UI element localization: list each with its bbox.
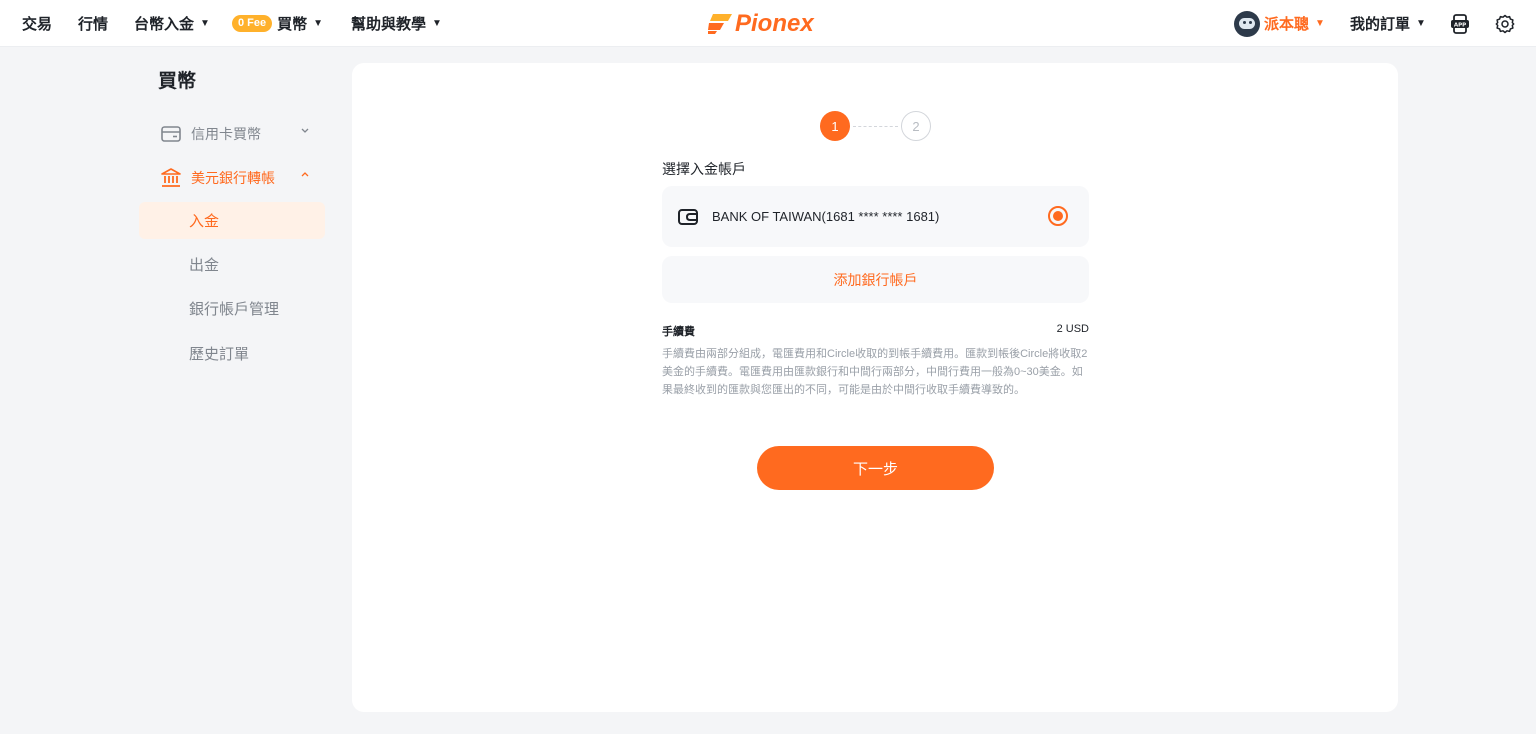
caret-down-icon: ▼ <box>313 18 324 29</box>
sidebar-item-withdraw[interactable]: 出金 <box>139 246 325 283</box>
sidebar-item-order-history[interactable]: 歷史訂單 <box>139 335 325 372</box>
next-step-button[interactable]: 下一步 <box>757 446 994 490</box>
sidebar-group-credit-card[interactable]: 信用卡買幣 <box>160 122 309 146</box>
step-connector <box>853 126 898 127</box>
step-2-indicator: 2 <box>901 111 931 141</box>
zero-fee-badge: 0 Fee <box>232 15 273 32</box>
sidebar-group-usd-bank-transfer[interactable]: 美元銀行轉帳 <box>160 166 309 190</box>
step-1-indicator: 1 <box>820 111 850 141</box>
pionex-logo[interactable]: Pionex <box>708 9 814 39</box>
chevron-down-icon <box>300 125 310 138</box>
caret-down-icon: ▼ <box>200 18 210 29</box>
sidebar-title: 買幣 <box>158 71 197 92</box>
app-icon[interactable]: APP <box>1449 13 1471 35</box>
add-bank-account-button[interactable]: 添加銀行帳戶 <box>662 256 1089 303</box>
nav-market[interactable]: 行情 <box>78 0 108 47</box>
caret-down-icon: ▼ <box>1416 18 1426 29</box>
select-account-label: 選擇入金帳戶 <box>662 161 746 177</box>
wallet-icon <box>677 206 699 228</box>
fee-label: 手續費 <box>662 326 695 338</box>
nav-my-orders[interactable]: 我的訂單 ▼ <box>1350 0 1426 47</box>
pionex-logo-icon <box>708 14 732 34</box>
bank-account-name: BANK OF TAIWAN(1681 **** **** 1681) <box>712 209 940 224</box>
caret-down-icon: ▼ <box>1315 18 1325 29</box>
user-menu[interactable]: 派本聰 ▼ <box>1234 0 1325 47</box>
bank-account-radio[interactable] <box>1048 206 1068 226</box>
fee-description: 手續費由兩部分組成，電匯費用和Circle收取的到帳手續費用。匯款到帳後Circ… <box>662 348 1088 396</box>
nav-twd-deposit[interactable]: 台幣入金 ▼ <box>134 0 210 47</box>
credit-card-icon <box>160 123 182 145</box>
sidebar-item-bank-account-management[interactable]: 銀行帳戶管理 <box>139 290 325 327</box>
avatar <box>1234 10 1260 37</box>
nav-help[interactable]: 幫助與教學 ▼ <box>351 0 442 47</box>
nav-buy-crypto[interactable]: 0 Fee 買幣 ▼ <box>232 0 323 47</box>
sidebar-item-deposit[interactable]: 入金 <box>139 202 325 239</box>
chevron-up-icon <box>300 169 310 182</box>
svg-text:APP: APP <box>1454 23 1466 29</box>
caret-down-icon: ▼ <box>432 18 442 29</box>
nav-trade[interactable]: 交易 <box>22 0 52 47</box>
gear-icon[interactable] <box>1494 13 1516 35</box>
bank-icon <box>160 167 182 189</box>
fee-value: 2 USD <box>1056 323 1089 335</box>
username: 派本聰 <box>1264 16 1310 33</box>
bank-account-option[interactable]: BANK OF TAIWAN(1681 **** **** 1681) <box>662 186 1089 247</box>
top-navbar: 交易 行情 台幣入金 ▼ 0 Fee 買幣 ▼ 幫助與教學 ▼ Pionex 派… <box>0 0 1536 47</box>
